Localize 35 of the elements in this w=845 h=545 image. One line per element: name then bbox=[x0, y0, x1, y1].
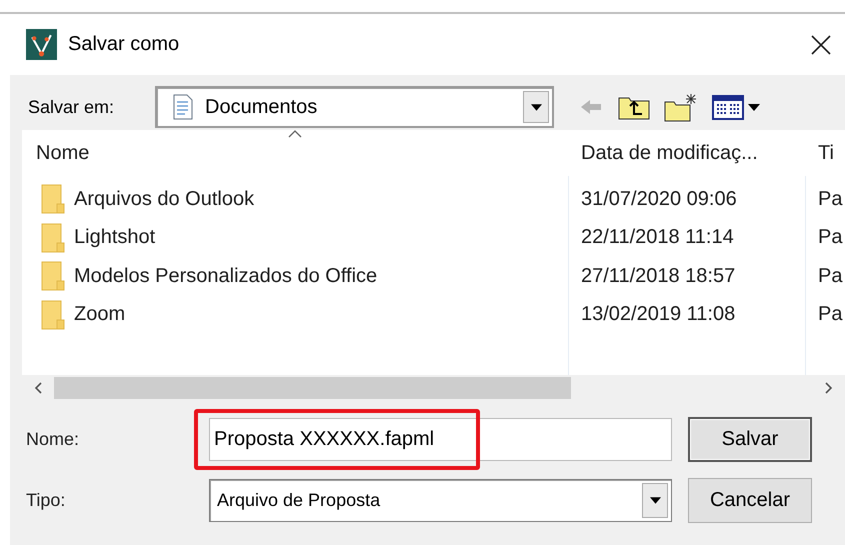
file-name-field[interactable]: Proposta XXXXXX.fapml bbox=[209, 418, 672, 460]
file-list-item[interactable]: Lightshot bbox=[22, 222, 568, 253]
save-button[interactable]: Salvar bbox=[688, 416, 812, 462]
file-name-label: Nome: bbox=[25, 428, 80, 450]
document-icon bbox=[173, 94, 193, 120]
table-cell-text: Pa bbox=[817, 264, 844, 288]
scroll-right-icon[interactable] bbox=[825, 382, 833, 394]
table-cell-text: 13/02/2019 11:08 bbox=[580, 303, 736, 326]
cancel-button[interactable]: Cancelar bbox=[688, 478, 812, 522]
folder-icon bbox=[41, 184, 65, 214]
table-cell-text: Pa bbox=[817, 303, 844, 326]
close-icon[interactable] bbox=[811, 34, 831, 54]
folder-icon bbox=[41, 261, 65, 292]
column-header[interactable]: Ti bbox=[805, 130, 845, 176]
file-list-item[interactable]: Arquivos do Outlook bbox=[22, 184, 568, 214]
file-type-label: Tipo: bbox=[25, 490, 66, 510]
app-icon bbox=[26, 29, 57, 60]
window-title: Salvar como bbox=[68, 33, 180, 56]
scroll-left-icon[interactable] bbox=[34, 382, 42, 394]
location-dropdown[interactable]: Documentos bbox=[155, 86, 554, 128]
table-cell-text: 31/07/2020 09:06 bbox=[580, 188, 738, 211]
folder-icon bbox=[41, 300, 65, 330]
location-label: Salvar em: bbox=[28, 96, 116, 118]
file-list-item[interactable]: Zoom bbox=[22, 300, 568, 330]
sort-icon bbox=[288, 130, 302, 138]
table-cell-text: 27/11/2018 18:57 bbox=[580, 264, 736, 288]
file-type-dropdown[interactable]: Arquivo de Proposta bbox=[209, 478, 672, 522]
folder-icon bbox=[41, 222, 65, 253]
column-header[interactable]: Data de modificaç... bbox=[568, 130, 805, 176]
table-cell-text: Pa bbox=[817, 188, 844, 211]
new-folder-icon[interactable] bbox=[664, 92, 698, 122]
table-cell-text: 22/11/2018 11:14 bbox=[580, 226, 735, 250]
column-header[interactable]: Nome bbox=[22, 130, 568, 176]
file-list-item[interactable]: Modelos Personalizados do Office bbox=[22, 261, 568, 292]
table-cell-text: Pa bbox=[817, 226, 844, 250]
